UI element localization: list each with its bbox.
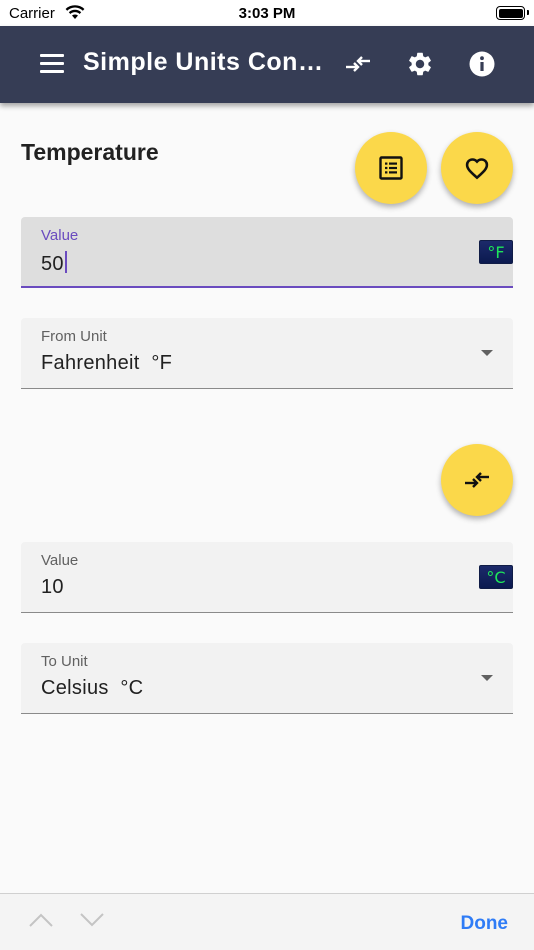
input-value-label: Value bbox=[41, 227, 79, 244]
heart-icon bbox=[465, 158, 489, 180]
output-value-field[interactable]: Value 10 °C bbox=[21, 542, 513, 613]
status-bar: Carrier 3:03 PM bbox=[0, 0, 534, 26]
menu-icon[interactable] bbox=[40, 54, 64, 74]
keyboard-toolbar: Done bbox=[0, 893, 534, 950]
gear-icon bbox=[409, 52, 431, 76]
list-icon bbox=[379, 156, 403, 180]
swap-icon bbox=[346, 56, 370, 72]
app-title: Simple Units Converter bbox=[83, 48, 331, 76]
input-value-text[interactable]: 50 bbox=[41, 251, 67, 276]
input-unit-badge: °F bbox=[479, 240, 513, 264]
from-unit-dropdown[interactable]: From Unit Fahrenheit °F bbox=[21, 318, 513, 389]
to-unit-label: To Unit bbox=[41, 653, 88, 670]
settings-button[interactable] bbox=[404, 48, 436, 80]
category-title: Temperature bbox=[21, 139, 159, 165]
info-icon bbox=[469, 51, 495, 77]
dropdown-arrow-icon bbox=[481, 350, 493, 356]
chevron-up-icon[interactable] bbox=[28, 912, 54, 928]
output-value-label: Value bbox=[41, 552, 79, 569]
dropdown-arrow-icon bbox=[481, 675, 493, 681]
from-unit-value: Fahrenheit °F bbox=[41, 352, 173, 374]
info-button[interactable] bbox=[466, 48, 498, 80]
chevron-down-icon[interactable] bbox=[79, 912, 105, 928]
status-time: 3:03 PM bbox=[238, 5, 296, 22]
text-caret bbox=[64, 251, 67, 273]
done-button[interactable]: Done bbox=[461, 913, 509, 935]
output-unit-badge: °C bbox=[479, 565, 513, 589]
favorite-button[interactable] bbox=[441, 132, 513, 204]
output-value-text: 10 bbox=[41, 576, 64, 598]
swap-units-fab[interactable] bbox=[441, 444, 513, 516]
to-unit-dropdown[interactable]: To Unit Celsius °C bbox=[21, 643, 513, 714]
battery-icon bbox=[496, 6, 529, 20]
swap-icon bbox=[465, 472, 489, 488]
unit-list-button[interactable] bbox=[355, 132, 427, 204]
to-unit-value: Celsius °C bbox=[41, 677, 144, 699]
from-unit-label: From Unit bbox=[41, 328, 107, 345]
swap-units-button[interactable] bbox=[342, 48, 374, 80]
app-bar: Simple Units Converter bbox=[0, 26, 534, 103]
input-value-field[interactable]: Value 50 °F bbox=[21, 217, 513, 288]
